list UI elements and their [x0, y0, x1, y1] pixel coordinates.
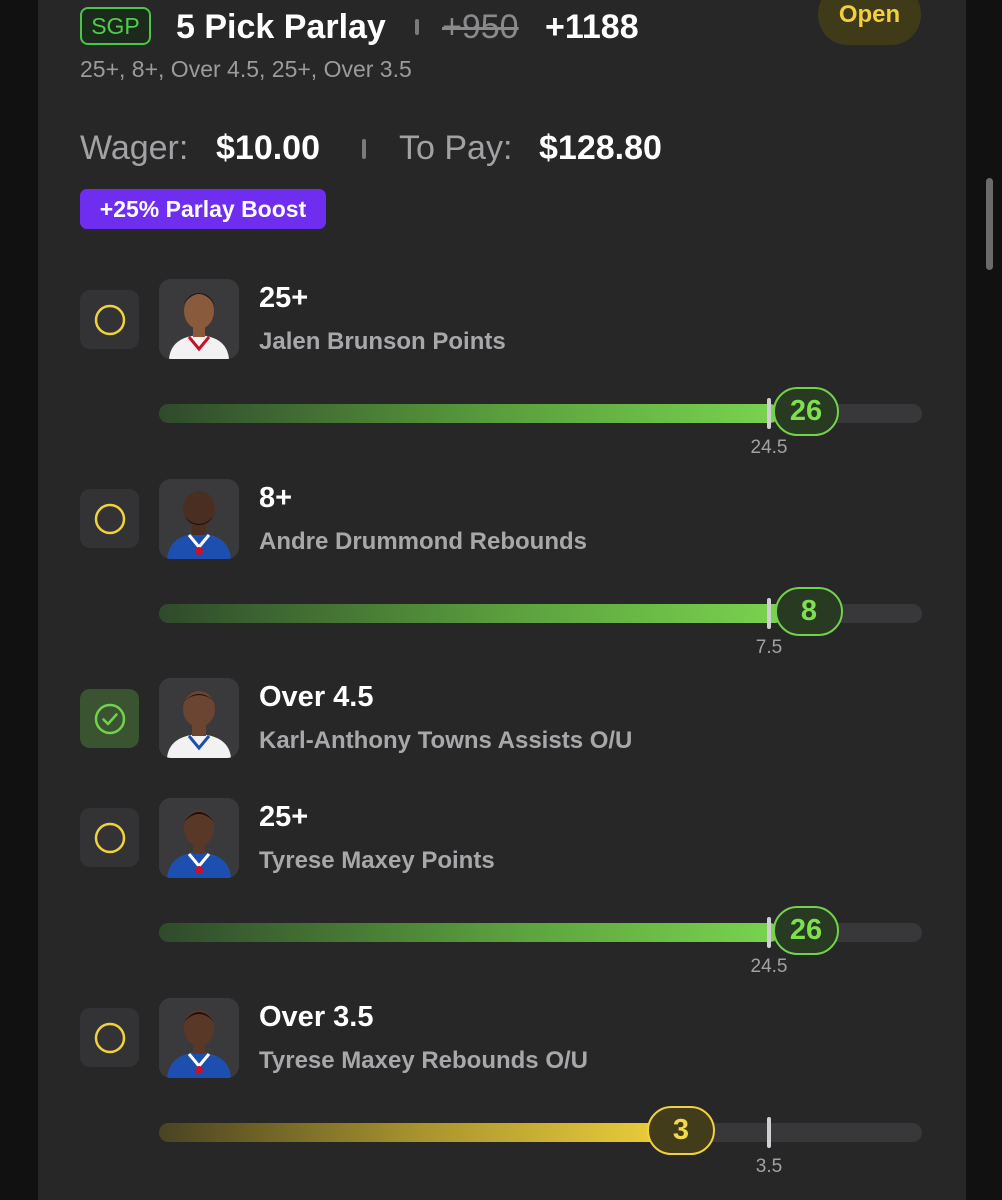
- legs-summary: 25+, 8+, Over 4.5, 25+, Over 3.5: [80, 56, 412, 82]
- player-avatar: [159, 279, 239, 359]
- wager-value: $10.00: [216, 129, 320, 167]
- open-circle-icon: [80, 1008, 139, 1067]
- leg-line: Over 4.5: [259, 681, 374, 713]
- scrollbar[interactable]: [986, 178, 993, 270]
- progress-fill: [159, 404, 779, 423]
- player-avatar: [159, 479, 239, 559]
- current-value: 3: [647, 1106, 715, 1155]
- progress-track: 26 24.5: [159, 387, 922, 458]
- current-value: 26: [773, 387, 839, 436]
- bet-title: 5 Pick Parlay: [176, 8, 386, 46]
- status-badge: Open: [818, 0, 921, 45]
- to-pay-value: $128.80: [539, 129, 662, 167]
- target-tick: [767, 1117, 771, 1148]
- player-avatar: [159, 998, 239, 1078]
- target-value: 24.5: [750, 437, 788, 458]
- progress-track: 3 3.5: [159, 1106, 922, 1177]
- leg-description: Tyrese Maxey Points: [259, 847, 495, 874]
- leg-description: Karl-Anthony Towns Assists O/U: [259, 727, 633, 754]
- boosted-odds: +1188: [545, 8, 639, 46]
- separator: [415, 19, 419, 35]
- to-pay-label: To Pay:: [399, 129, 513, 167]
- current-value: 26: [773, 906, 839, 955]
- leg-line: Over 3.5: [259, 1001, 374, 1033]
- sgp-badge: SGP: [80, 7, 151, 45]
- player-avatar: [159, 798, 239, 878]
- leg-line: 25+: [259, 282, 309, 314]
- target-tick: [767, 917, 771, 948]
- progress-track: 8 7.5: [159, 587, 922, 658]
- original-odds: +950: [442, 8, 519, 46]
- leg-description: Jalen Brunson Points: [259, 328, 506, 355]
- separator: [362, 139, 366, 159]
- open-circle-icon: [80, 290, 139, 349]
- progress-fill: [159, 604, 784, 623]
- wager-label: Wager:: [80, 129, 189, 167]
- progress-fill: [159, 1123, 684, 1142]
- leg-line: 25+: [259, 801, 309, 833]
- open-circle-icon: [80, 808, 139, 867]
- leg-line: 8+: [259, 482, 293, 514]
- player-avatar: [159, 678, 239, 758]
- progress-fill: [159, 923, 779, 942]
- checkmark-circle-icon: [80, 689, 139, 748]
- leg-description: Tyrese Maxey Rebounds O/U: [259, 1047, 588, 1074]
- target-value: 3.5: [755, 1156, 783, 1177]
- target-value: 24.5: [750, 956, 788, 977]
- target-tick: [767, 598, 771, 629]
- leg-description: Andre Drummond Rebounds: [259, 528, 587, 555]
- target-tick: [767, 398, 771, 429]
- progress-track: 26 24.5: [159, 906, 922, 977]
- parlay-boost-badge: +25% Parlay Boost: [80, 189, 326, 229]
- target-value: 7.5: [755, 637, 783, 658]
- current-value: 8: [775, 587, 843, 636]
- open-circle-icon: [80, 489, 139, 548]
